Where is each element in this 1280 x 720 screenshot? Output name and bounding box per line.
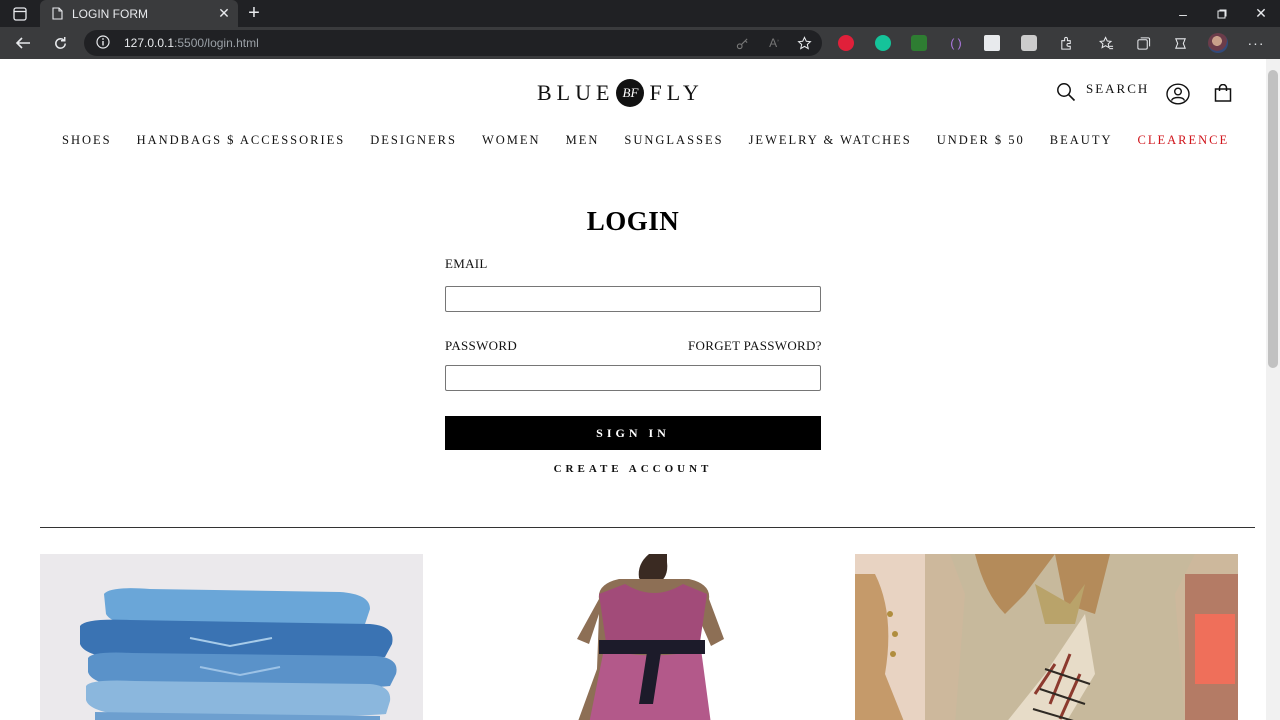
site-info-icon[interactable] xyxy=(96,35,112,51)
search-label: SEARCH xyxy=(1086,81,1150,96)
logo-mark: BF xyxy=(616,79,645,107)
password-field[interactable] xyxy=(445,365,821,391)
nav-item-sunglasses[interactable]: SUNGLASSES xyxy=(624,133,723,148)
forgot-password-link[interactable]: FORGET PASSWORD? xyxy=(688,338,822,354)
adblock-plus-icon[interactable] xyxy=(838,35,854,51)
screen-capture-icon[interactable] xyxy=(984,35,1000,51)
search-link[interactable]: SEARCH xyxy=(1056,81,1150,102)
browser-essentials-icon[interactable] xyxy=(1170,33,1190,53)
promo-denim-image[interactable] xyxy=(40,554,423,720)
nav-item-shoes[interactable]: SHOES xyxy=(62,133,112,148)
brackets-icon[interactable]: ( ) xyxy=(946,33,966,53)
maximize-icon[interactable] xyxy=(1203,0,1241,27)
address-bar[interactable]: 127.0.0.1:5500/login.html Aʼ xyxy=(84,30,822,56)
browser-tab-bar: LOGIN FORM ✕ + – ✕ xyxy=(0,0,1280,27)
section-divider xyxy=(40,527,1255,528)
extensions-icon[interactable] xyxy=(1056,33,1076,53)
logo-text-left: BLUE xyxy=(537,80,615,105)
password-key-icon[interactable] xyxy=(732,33,752,53)
search-icon xyxy=(1057,83,1076,102)
new-tab-icon[interactable]: + xyxy=(244,3,264,23)
scrollbar-thumb[interactable] xyxy=(1268,70,1278,368)
tab-title: LOGIN FORM xyxy=(72,6,149,21)
more-menu-icon[interactable]: ··· xyxy=(1246,33,1266,53)
promo-street-style-image[interactable] xyxy=(855,554,1238,720)
browser-toolbar: 127.0.0.1:5500/login.html Aʼ ( ) ··· xyxy=(0,27,1280,59)
email-field[interactable] xyxy=(445,286,821,312)
nav-item-designers[interactable]: DESIGNERS xyxy=(370,133,457,148)
favorites-icon[interactable] xyxy=(1096,33,1116,53)
promo-dress-image[interactable] xyxy=(449,554,832,720)
email-label: EMAIL xyxy=(445,256,488,271)
collections-icon[interactable] xyxy=(1133,33,1153,53)
url-text[interactable]: 127.0.0.1:5500/login.html xyxy=(124,36,259,50)
nav-item-handbags-accessories[interactable]: HANDBAGS $ ACCESSORIES xyxy=(137,133,346,148)
color-picker-icon[interactable] xyxy=(911,35,927,51)
close-window-icon[interactable]: ✕ xyxy=(1242,0,1280,27)
main-nav: SHOES HANDBAGS $ ACCESSORIES DESIGNERS W… xyxy=(62,133,1229,148)
document-icon xyxy=(50,7,64,21)
minimize-icon[interactable]: – xyxy=(1164,0,1202,27)
camera-icon[interactable] xyxy=(1021,35,1037,51)
page-viewport: BLUE BF FLY SEARCH SHOES HANDBAGS $ ACCE… xyxy=(0,59,1266,720)
url-host: 127.0.0.1 xyxy=(124,36,175,50)
logo-text-right: FLY xyxy=(649,80,704,105)
sign-in-button[interactable]: SIGN IN xyxy=(445,416,821,450)
nav-item-under-50[interactable]: UNDER $ 50 xyxy=(937,133,1025,148)
nav-item-clearance[interactable]: CLEARENCE xyxy=(1138,133,1230,148)
back-icon[interactable] xyxy=(13,33,33,53)
login-title: LOGIN xyxy=(586,206,680,236)
nav-item-beauty[interactable]: BEAUTY xyxy=(1050,133,1113,148)
reload-icon[interactable] xyxy=(50,33,70,53)
site-logo[interactable]: BLUE BF FLY xyxy=(537,79,704,107)
shopping-bag-icon[interactable] xyxy=(1214,84,1232,102)
close-tab-icon[interactable]: ✕ xyxy=(216,5,232,22)
tab-actions-icon[interactable] xyxy=(8,4,32,24)
url-path: :5500/login.html xyxy=(174,36,259,50)
account-icon[interactable] xyxy=(1166,83,1190,105)
read-aloud-icon[interactable]: Aʼ xyxy=(764,33,784,53)
nav-item-jewelry-watches[interactable]: JEWELRY & WATCHES xyxy=(749,133,912,148)
grammarly-icon[interactable] xyxy=(875,35,891,51)
favorite-add-icon[interactable] xyxy=(794,33,814,53)
nav-item-women[interactable]: WOMEN xyxy=(482,133,541,148)
nav-item-men[interactable]: MEN xyxy=(566,133,600,148)
browser-tab[interactable]: LOGIN FORM ✕ xyxy=(40,0,238,27)
password-label: PASSWORD xyxy=(445,338,518,353)
create-account-link[interactable]: CREATE ACCOUNT xyxy=(445,463,821,475)
profile-avatar[interactable] xyxy=(1208,33,1228,53)
